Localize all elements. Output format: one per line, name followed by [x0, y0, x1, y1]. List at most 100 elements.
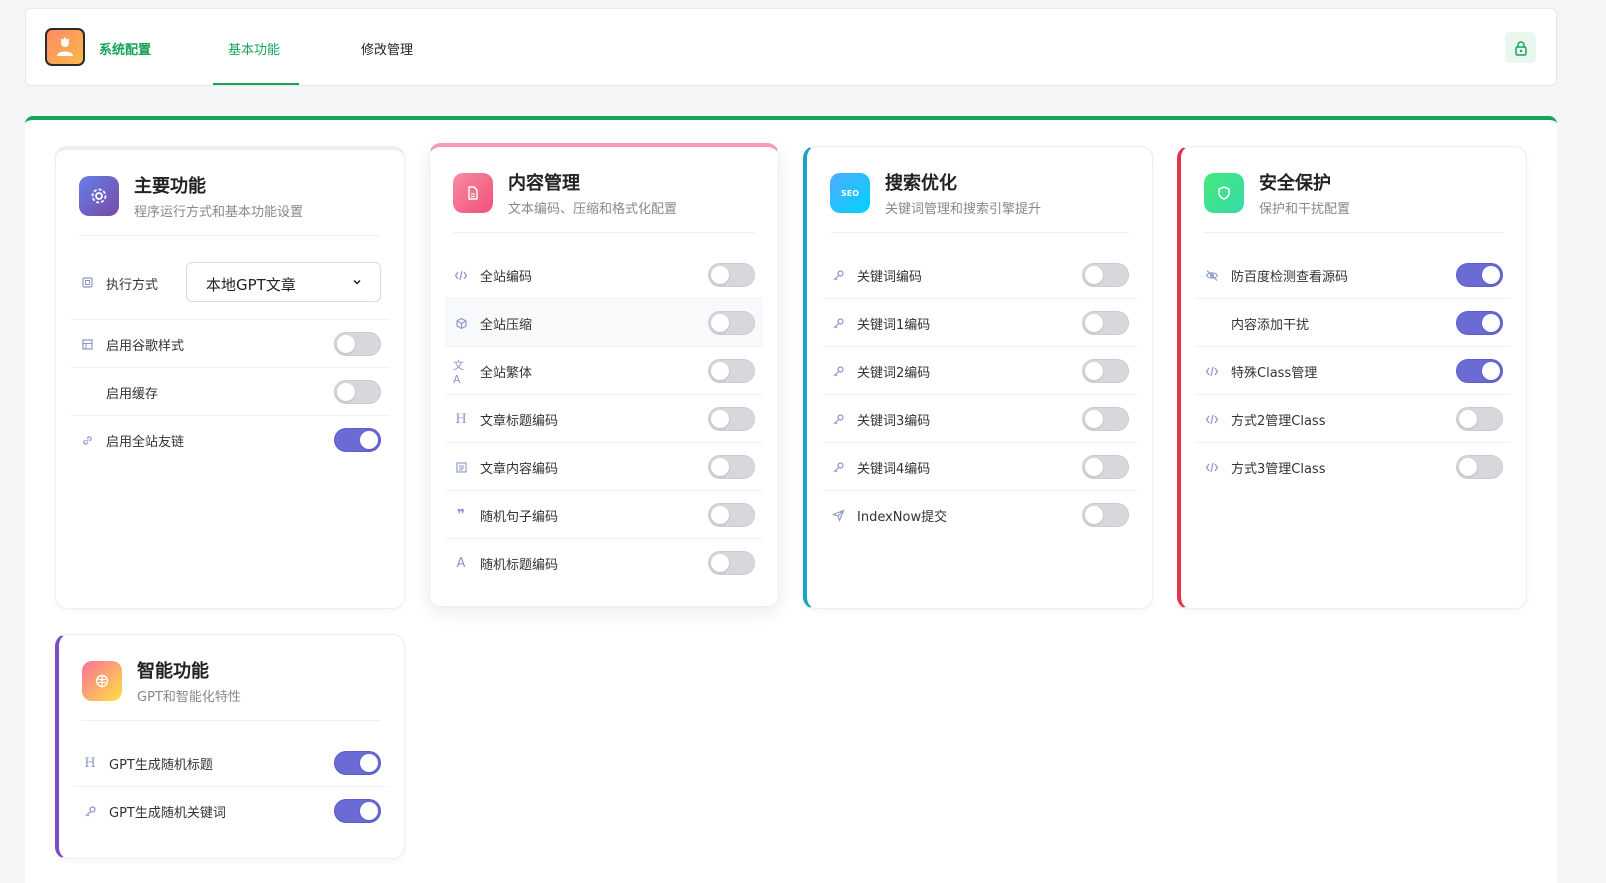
code-icon [1204, 411, 1220, 427]
card-seo: SEO 搜索优化 关键词管理和搜索引擎提升 关键词编码 关键词1编码 关键词2编码关… [803, 146, 1153, 609]
setting-toggle[interactable] [708, 503, 755, 527]
setting-toggle[interactable] [1456, 263, 1503, 287]
setting-toggle[interactable] [1082, 311, 1129, 335]
setting-toggle[interactable] [1082, 407, 1129, 431]
gear-icon [79, 176, 119, 216]
execution-mode-select[interactable]: 本地GPT文章 [186, 262, 381, 302]
user-avatar-icon [57, 37, 73, 56]
setting-row: 关键词4编码 [822, 443, 1137, 491]
execution-mode-value: 本地GPT文章 [206, 276, 296, 294]
key-icon [830, 267, 846, 283]
brand-title: 系统配置 [99, 43, 152, 58]
setting-toggle[interactable] [334, 428, 381, 452]
document-lines-icon [453, 459, 469, 475]
setting-label: GPT生成随机关键词 [109, 806, 226, 821]
setting-toggle[interactable] [1082, 359, 1129, 383]
card-subtitle: 文本编码、压缩和格式化配置 [508, 202, 678, 217]
setting-toggle[interactable] [1082, 263, 1129, 287]
key-icon [82, 803, 98, 819]
setting-label: 文章标题编码 [480, 414, 559, 429]
setting-row: 关键词编码 [822, 251, 1137, 299]
cpu-icon [79, 274, 95, 290]
setting-row: 启用全站友链 [71, 416, 389, 464]
setting-row: ❞ 随机句子编码 [445, 491, 763, 539]
execution-mode-label: 执行方式 [106, 278, 159, 293]
setting-label: 防百度检测查看源码 [1231, 270, 1349, 285]
execution-mode-row: 执行方式 本地GPT文章 [71, 262, 389, 320]
card-content-management: 内容管理 文本编码、压缩和格式化配置 全站编码全站压缩文A 全站繁体 H 文章标题编码… [429, 143, 779, 607]
setting-row: 方式3管理Class [1196, 443, 1511, 491]
card-subtitle: 关键词管理和搜索引擎提升 [885, 202, 1042, 217]
setting-row: 全站压缩 [445, 299, 763, 347]
card-header: SEO 搜索优化 关键词管理和搜索引擎提升 [830, 169, 1129, 233]
setting-label: 启用谷歌样式 [106, 339, 185, 354]
link-icon [79, 432, 95, 448]
setting-toggle[interactable] [334, 380, 381, 404]
setting-label: IndexNow提交 [857, 510, 948, 525]
setting-toggle[interactable] [708, 551, 755, 575]
code-icon [453, 267, 469, 283]
setting-row: 关键词3编码 [822, 395, 1137, 443]
setting-label: 全站繁体 [480, 366, 533, 381]
setting-row: 文章内容编码 [445, 443, 763, 491]
heading-icon: H [84, 755, 96, 771]
setting-toggle[interactable] [1456, 407, 1503, 431]
setting-label: 启用缓存 [106, 387, 159, 402]
code-icon [1204, 459, 1220, 475]
card-title: 智能功能 [137, 661, 209, 682]
document-icon [453, 173, 493, 213]
setting-label: 内容添加干扰 [1231, 318, 1310, 333]
setting-toggle[interactable] [334, 332, 381, 356]
setting-label: 方式3管理Class [1231, 462, 1326, 477]
card-subtitle: 程序运行方式和基本功能设置 [134, 205, 304, 220]
setting-row: 内容添加干扰 [1196, 299, 1511, 347]
setting-toggle[interactable] [708, 311, 755, 335]
code-icon [1204, 363, 1220, 379]
setting-label: 全站编码 [480, 270, 533, 285]
setting-row: GPT生成随机关键词 [74, 787, 389, 835]
setting-row: A 随机标题编码 [445, 539, 763, 587]
setting-toggle[interactable] [1082, 455, 1129, 479]
setting-row: 关键词2编码 [822, 347, 1137, 395]
card-ai-features: 智能功能 GPT和智能化特性 H GPT生成随机标题 GPT生成随机关键词 [55, 634, 405, 859]
setting-label: 关键词编码 [857, 270, 923, 285]
tab-basic-features[interactable]: 基本功能 [228, 39, 280, 58]
setting-row: 启用缓存 [71, 368, 389, 416]
setting-toggle[interactable] [334, 751, 381, 775]
setting-toggle[interactable] [1082, 503, 1129, 527]
key-icon [830, 315, 846, 331]
setting-label: 关键词4编码 [857, 462, 931, 477]
tab-modify-management[interactable]: 修改管理 [361, 39, 413, 58]
active-tab-indicator [213, 83, 299, 85]
setting-toggle[interactable] [1456, 311, 1503, 335]
card-title: 搜索优化 [885, 173, 957, 194]
setting-toggle[interactable] [1456, 455, 1503, 479]
translate-icon: 文A [453, 358, 464, 386]
top-navigation: 系统配置 基本功能 修改管理 [25, 8, 1557, 86]
card-security: 安全保护 保护和干扰配置 防百度检测查看源码 内容添加干扰 特殊Class管理 方式2… [1177, 146, 1527, 609]
card-header: 安全保护 保护和干扰配置 [1204, 169, 1503, 233]
setting-toggle[interactable] [708, 263, 755, 287]
setting-row: H GPT生成随机标题 [74, 739, 389, 787]
card-subtitle: GPT和智能化特性 [137, 690, 241, 705]
setting-toggle[interactable] [708, 455, 755, 479]
setting-toggle[interactable] [1456, 359, 1503, 383]
setting-toggle[interactable] [708, 407, 755, 431]
setting-row: 启用谷歌样式 [71, 320, 389, 368]
setting-toggle[interactable] [334, 799, 381, 823]
layout-icon [79, 336, 95, 352]
heading-icon: H [455, 411, 467, 427]
card-subtitle: 保护和干扰配置 [1259, 202, 1351, 217]
app-logo [45, 28, 85, 66]
card-title: 内容管理 [508, 173, 580, 194]
key-icon [830, 411, 846, 427]
setting-row: 防百度检测查看源码 [1196, 251, 1511, 299]
lock-button[interactable] [1505, 32, 1536, 63]
setting-label: 随机句子编码 [480, 510, 559, 525]
setting-row: H 文章标题编码 [445, 395, 763, 443]
setting-row: 文A 全站繁体 [445, 347, 763, 395]
cube-icon [453, 315, 469, 331]
setting-toggle[interactable] [708, 359, 755, 383]
setting-label: 文章内容编码 [480, 462, 559, 477]
eye-off-icon [1204, 267, 1220, 283]
